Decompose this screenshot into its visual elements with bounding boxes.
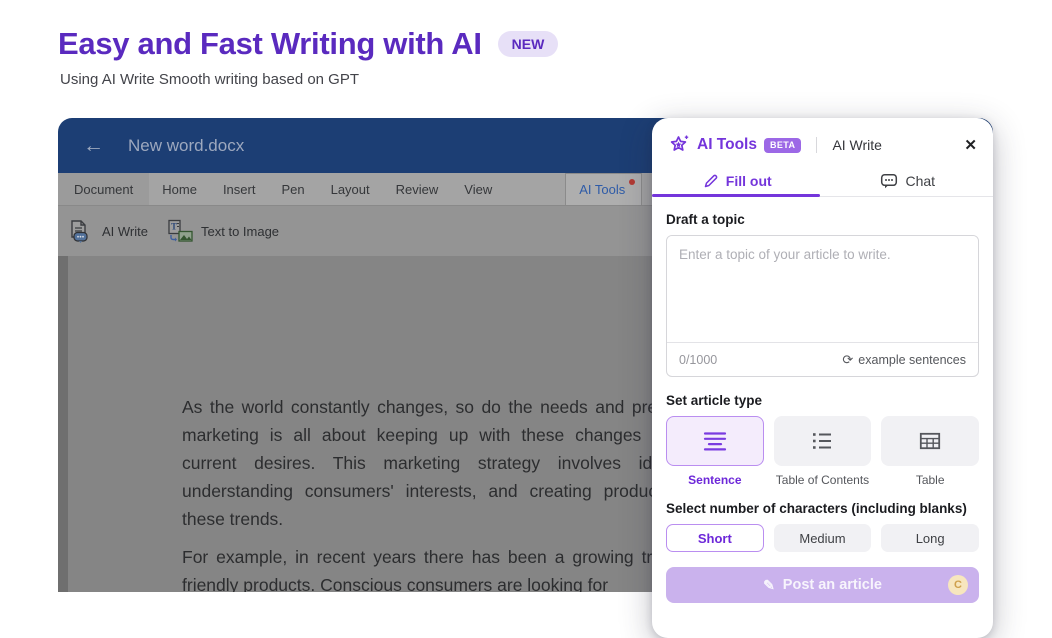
option-table[interactable] <box>881 416 979 466</box>
notification-dot <box>629 179 636 185</box>
header-divider <box>816 137 818 153</box>
option-sentence-label: Sentence <box>688 473 742 487</box>
text-line: understanding consumers' interests, and … <box>182 481 662 501</box>
text-to-image-icon: T <box>168 219 193 242</box>
text-line: marketing is all about keeping up with t… <box>182 425 662 445</box>
article-type-options <box>666 416 979 466</box>
tab-ai-tools[interactable]: AI Tools <box>565 173 643 205</box>
tab-chat[interactable]: Chat <box>823 166 994 196</box>
topic-input[interactable] <box>667 236 978 342</box>
char-count-label: Select number of characters (including b… <box>666 501 967 516</box>
text-line: current desires. This marketing strategy… <box>182 453 662 473</box>
sentence-icon <box>703 432 726 451</box>
option-long[interactable]: Long <box>881 524 979 552</box>
char-count-options: Short Medium Long <box>666 524 979 552</box>
text-to-image-button[interactable]: T Text to Image <box>166 219 279 243</box>
hero-section: Easy and Fast Writing with AI NEW Using … <box>58 26 559 88</box>
ai-star-icon <box>670 135 689 151</box>
tab-fill-out[interactable]: Fill out <box>652 166 823 196</box>
new-badge: NEW <box>497 31 559 57</box>
panel-tabs: Fill out Chat <box>652 166 993 197</box>
paragraph: As the world constantly changes, so do t… <box>182 393 662 533</box>
back-arrow-icon[interactable]: ← <box>83 135 104 156</box>
example-sentences-button[interactable]: ⟳ example sentences <box>842 353 966 367</box>
text-line: these trends. <box>182 509 284 529</box>
active-tab-underline <box>652 194 820 197</box>
draft-topic-box: 0/1000 ⟳ example sentences <box>666 235 979 377</box>
option-sentence[interactable] <box>666 416 764 466</box>
article-type-label: Set article type <box>666 393 763 408</box>
tab-insert[interactable]: Insert <box>210 173 269 205</box>
tab-fill-out-label: Fill out <box>725 173 772 189</box>
text-line: friendly products. Conscious consumers a… <box>182 575 609 592</box>
tab-document[interactable]: Document <box>58 173 150 205</box>
ai-write-icon <box>71 220 88 243</box>
text-to-image-label: Text to Image <box>201 223 280 239</box>
text-line: As the world constantly changes, so do t… <box>182 397 662 417</box>
page-subtitle: Using AI Write Smooth writing based on G… <box>60 71 360 88</box>
credit-coin-icon: C <box>948 575 968 595</box>
document-title: New word.docx <box>128 135 245 155</box>
option-medium[interactable]: Medium <box>773 524 872 552</box>
article-type-labels: Sentence Table of Contents Table <box>666 473 979 487</box>
pencil-icon <box>704 174 718 188</box>
panel-body: Draft a topic 0/1000 ⟳ example sentences… <box>652 197 993 603</box>
tab-layout[interactable]: Layout <box>318 173 383 205</box>
option-short[interactable]: Short <box>666 524 764 552</box>
paragraph: For example, in recent years there has b… <box>182 543 662 592</box>
tab-home[interactable]: Home <box>149 173 210 205</box>
post-article-label: Post an article <box>782 577 882 593</box>
tool-name: AI Write <box>832 137 882 153</box>
table-of-contents-icon <box>813 433 832 449</box>
example-sentences-label: example sentences <box>858 352 966 367</box>
draft-footer: 0/1000 ⟳ example sentences <box>667 342 978 376</box>
ai-write-button[interactable]: AI Write <box>68 219 148 243</box>
panel-title: AI Tools <box>697 136 757 153</box>
tab-view[interactable]: View <box>451 173 505 205</box>
draft-topic-label: Draft a topic <box>666 212 745 227</box>
tab-chat-label: Chat <box>905 173 936 189</box>
tab-pen[interactable]: Pen <box>268 173 317 205</box>
pencil-icon: ✎ <box>763 576 775 593</box>
tab-review[interactable]: Review <box>383 173 452 205</box>
ai-tools-panel: AI Tools BETA AI Write ✕ Fill out Chat D… <box>652 118 993 638</box>
post-article-button[interactable]: ✎ Post an article C <box>666 567 979 603</box>
char-counter: 0/1000 <box>679 352 718 367</box>
document-text: As the world constantly changes, so do t… <box>182 393 662 592</box>
svg-text:T: T <box>171 222 177 232</box>
panel-header: AI Tools BETA AI Write ✕ <box>652 118 993 166</box>
refresh-icon: ⟳ <box>842 352 854 367</box>
option-toc-label: Table of Contents <box>775 473 870 487</box>
tab-ai-tools-label: AI Tools <box>579 182 626 197</box>
chat-icon <box>881 173 898 189</box>
option-table-of-contents[interactable] <box>773 416 872 466</box>
table-icon <box>920 432 941 450</box>
beta-badge: BETA <box>764 137 802 153</box>
text-line: For example, in recent years there has b… <box>182 547 662 567</box>
page-title: Easy and Fast Writing with AI <box>58 26 482 61</box>
ai-write-label: AI Write <box>102 223 148 239</box>
close-icon[interactable]: ✕ <box>964 136 977 154</box>
option-table-label: Table <box>915 473 945 487</box>
